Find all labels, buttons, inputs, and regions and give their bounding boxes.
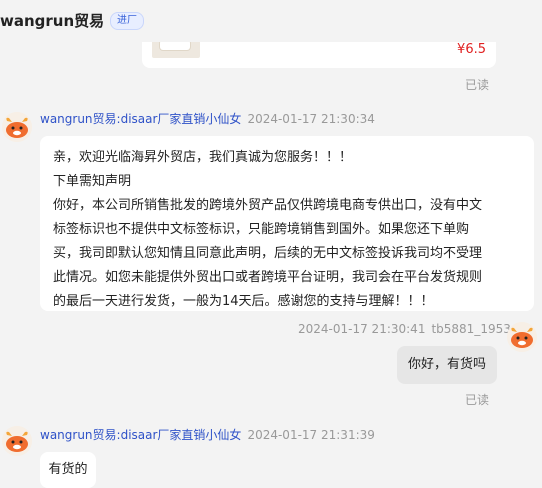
message-time: 2024-01-17 21:31:39 [247,428,375,442]
cow-avatar-icon [2,112,32,142]
message-text: 亲，欢迎光临海昇外贸店，我们真诚为您服务！！！ 下单需知声明 你好，本公司所销售… [53,150,483,309]
product-price: ¥6.5 [457,42,486,57]
message-meta: 2024-01-17 21:30:41 tb5881_1953 [298,322,511,336]
cow-avatar-icon [2,426,32,456]
read-status: 已读 [465,78,490,92]
message-bubble[interactable]: 亲，欢迎光临海昇外贸店，我们真诚为您服务！！！ 下单需知声明 你好，本公司所销售… [40,136,534,311]
message-bubble[interactable]: 你好，有货吗 [397,346,497,384]
shop-tag-badge[interactable]: 进厂 [110,12,144,30]
sender-name[interactable]: wangrun贸易:disaar厂家直销小仙女 [40,112,241,126]
message-time: 2024-01-17 21:30:41 [298,322,426,336]
avatar[interactable] [2,112,32,142]
message-meta: wangrun贸易:disaar厂家直销小仙女 2024-01-17 21:30:… [40,110,375,127]
avatar[interactable] [2,426,32,456]
message-bubble[interactable]: 有货的 [40,452,96,488]
message-text: 你好，有货吗 [407,357,486,372]
shop-name[interactable]: wangrun贸易 [0,10,104,31]
message-time: 2024-01-17 21:30:34 [247,112,375,126]
message-text: 有货的 [48,462,88,477]
read-status: 已读 [465,393,490,407]
avatar[interactable] [507,322,537,352]
sender-name[interactable]: wangrun贸易:disaar厂家直销小仙女 [40,428,241,442]
message-meta: wangrun贸易:disaar厂家直销小仙女 2024-01-17 21:31:… [40,426,375,443]
sender-name: tb5881_1953 [431,322,511,336]
cow-avatar-icon [507,322,537,352]
chat-header: wangrun贸易 进厂 [0,0,542,42]
